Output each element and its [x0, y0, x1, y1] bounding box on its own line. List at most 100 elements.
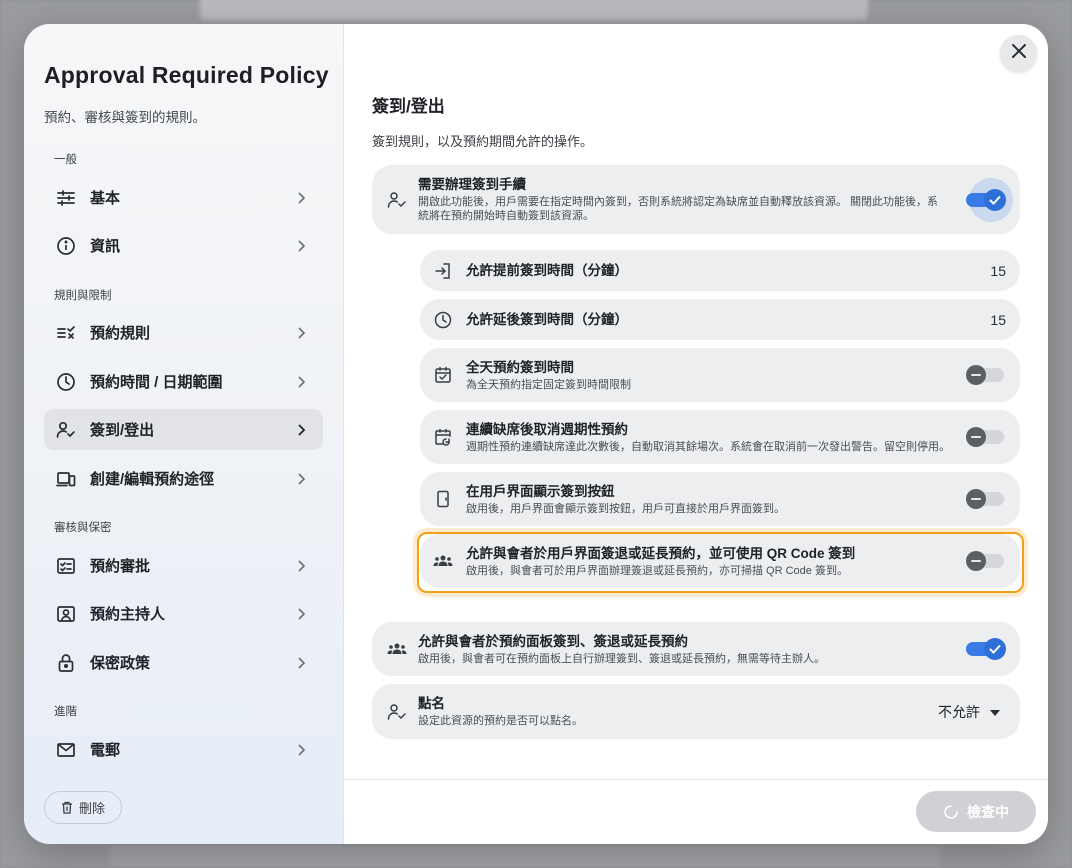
info-icon	[56, 236, 76, 256]
allday-checkin-row: 全天預約簽到時間 為全天預約指定固定簽到時間限制	[420, 348, 1020, 402]
caret-down-icon	[990, 703, 1000, 721]
sidebar-item-email[interactable]: 電郵	[44, 729, 323, 770]
show-checkin-button-row: 在用戶界面顯示簽到按鈕 啟用後，用戶界面會顯示簽到按鈕，用戶可直接於用戶界面簽到…	[420, 472, 1020, 526]
late-checkin-row: 允許延後簽到時間（分鐘） 15	[420, 299, 1020, 340]
sidebar-item-host[interactable]: 預約主持人	[44, 593, 323, 634]
main-panel: 簽到/登出 簽到規則，以及預約期間允許的操作。 需要辦理簽到手續 開啟此功能後，…	[344, 24, 1048, 844]
devices-icon	[56, 469, 76, 489]
row-title: 連續缺席後取消週期性預約	[466, 421, 628, 437]
group-icon	[432, 550, 454, 572]
policy-title: Approval Required Policy	[44, 62, 329, 88]
early-checkin-row: 允許提前簽到時間（分鐘） 15	[420, 250, 1020, 291]
mail-icon	[56, 740, 76, 760]
group-label-advanced: 進階	[54, 706, 77, 718]
group-icon	[386, 638, 408, 660]
group-label-general: 一般	[54, 154, 77, 166]
trash-icon	[61, 801, 73, 814]
background-header	[200, 0, 868, 20]
minus-icon	[966, 365, 986, 385]
chevron-right-icon	[293, 238, 309, 254]
checking-label: 檢查中	[967, 803, 1009, 820]
sidebar-item-label: 預約時間 / 日期範圍	[90, 374, 223, 391]
check-icon	[984, 188, 1006, 211]
sidebar-item-booking-channels[interactable]: 創建/編輯預約途徑	[44, 458, 323, 499]
check-icon	[984, 638, 1006, 660]
sidebar-item-label: 預約主持人	[90, 606, 166, 623]
sidebar-item-time-range[interactable]: 預約時間 / 日期範圍	[44, 361, 323, 402]
row-title: 允許與會者於預約面板簽到、簽退或延長預約	[418, 633, 688, 649]
spinner-icon	[943, 804, 959, 820]
group-label-approval: 審核與保密	[54, 522, 112, 534]
row-title: 允許與會者於用戶界面簽退或延長預約，並可使用 QR Code 簽到	[466, 545, 856, 561]
chevron-right-icon	[293, 558, 309, 574]
row-title: 允許提前簽到時間（分鐘）	[466, 263, 628, 278]
sidebar-item-checkin[interactable]: 簽到/登出	[44, 409, 323, 450]
person-check-icon	[56, 420, 76, 440]
sidebar-item-label: 基本	[90, 190, 121, 207]
calendar-check-icon	[432, 364, 454, 386]
late-checkin-value[interactable]: 15	[990, 312, 1006, 328]
roll-call-row: 點名 設定此資源的預約是否可以點名。 不允許	[372, 684, 1020, 739]
minus-icon	[966, 489, 986, 509]
phone-icon	[432, 488, 454, 510]
row-description: 為全天預約指定固定簽到時間限制	[466, 378, 631, 391]
calendar-repeat-icon	[432, 426, 454, 448]
panel-checkin-row: 允許與會者於預約面板簽到、簽退或延長預約 啟用後，與會者可在預約面板上自行辦理簽…	[372, 622, 1020, 676]
attendee-qr-toggle[interactable]	[966, 551, 1004, 571]
policy-subtitle: 預約、審核與簽到的規則。	[44, 110, 206, 125]
sidebar-item-label: 創建/編輯預約途徑	[90, 471, 215, 488]
close-icon	[1011, 43, 1027, 64]
checking-button[interactable]: 檢查中	[916, 791, 1036, 832]
row-title: 在用戶界面顯示簽到按鈕	[466, 483, 615, 499]
sidebar-item-info[interactable]: 資訊	[44, 225, 323, 266]
sidebar-item-label: 資訊	[90, 238, 121, 255]
sidebar-item-label: 簽到/登出	[90, 422, 155, 439]
sidebar-item-basic[interactable]: 基本	[44, 177, 323, 218]
rules-icon	[56, 323, 76, 343]
panel-checkin-toggle[interactable]	[966, 638, 1006, 660]
chevron-right-icon	[293, 374, 309, 390]
login-icon	[432, 260, 454, 282]
minus-icon	[966, 551, 986, 571]
sidebar-item-label: 電郵	[90, 742, 121, 759]
close-button[interactable]	[1000, 35, 1037, 72]
require-checkin-toggle[interactable]	[966, 188, 1006, 211]
host-icon	[56, 604, 76, 624]
roll-call-select[interactable]: 不允許	[938, 702, 1000, 722]
person-check-icon	[386, 701, 408, 723]
chevron-right-icon	[293, 655, 309, 671]
clock-icon	[432, 309, 454, 331]
attendee-qr-row: 允許與會者於用戶界面簽退或延長預約，並可使用 QR Code 簽到 啟用後，與會…	[420, 534, 1020, 588]
sliders-icon	[56, 188, 76, 208]
row-description: 啟用後，與會者可在預約面板上自行辦理簽到、簽退或延長預約，無需等待主辦人。	[418, 652, 825, 665]
person-check-icon	[386, 189, 408, 211]
delete-button[interactable]: 刪除	[44, 791, 122, 824]
sidebar-item-label: 預約規則	[90, 325, 151, 342]
show-checkin-button-toggle[interactable]	[966, 489, 1004, 509]
sidebar-item-privacy[interactable]: 保密政策	[44, 642, 323, 683]
approval-icon	[56, 556, 76, 576]
group-label-rules: 規則與限制	[54, 290, 112, 302]
chevron-right-icon	[293, 422, 309, 438]
row-description: 啟用後，與會者可於用戶界面辦理簽退或延長預約，亦可掃描 QR Code 簽到。	[466, 564, 848, 577]
sidebar-item-booking-rules[interactable]: 預約規則	[44, 312, 323, 353]
row-description: 開啟此功能後，用戶需要在指定時間內簽到，否則系統將認定為缺席並自動釋放該資源。 …	[418, 196, 939, 222]
lock-icon	[56, 653, 76, 673]
chevron-right-icon	[293, 742, 309, 758]
row-title: 允許延後簽到時間（分鐘）	[466, 312, 628, 327]
early-checkin-value[interactable]: 15	[990, 263, 1006, 279]
row-title: 點名	[418, 696, 445, 711]
sidebar-item-approval[interactable]: 預約審批	[44, 545, 323, 586]
footer-divider	[344, 779, 1048, 780]
allday-checkin-toggle[interactable]	[966, 365, 1004, 385]
minus-icon	[966, 427, 986, 447]
policy-modal: Approval Required Policy 預約、審核與簽到的規則。 一般…	[24, 24, 1048, 844]
section-description: 簽到規則，以及預約期間允許的操作。	[372, 134, 594, 149]
sidebar-item-label: 保密政策	[90, 655, 151, 672]
sidebar: Approval Required Policy 預約、審核與簽到的規則。 一般…	[24, 24, 344, 844]
chevron-right-icon	[293, 190, 309, 206]
cancel-recurring-toggle[interactable]	[966, 427, 1004, 447]
clock-icon	[56, 372, 76, 392]
chevron-right-icon	[293, 471, 309, 487]
row-description: 設定此資源的預約是否可以點名。	[418, 715, 583, 727]
